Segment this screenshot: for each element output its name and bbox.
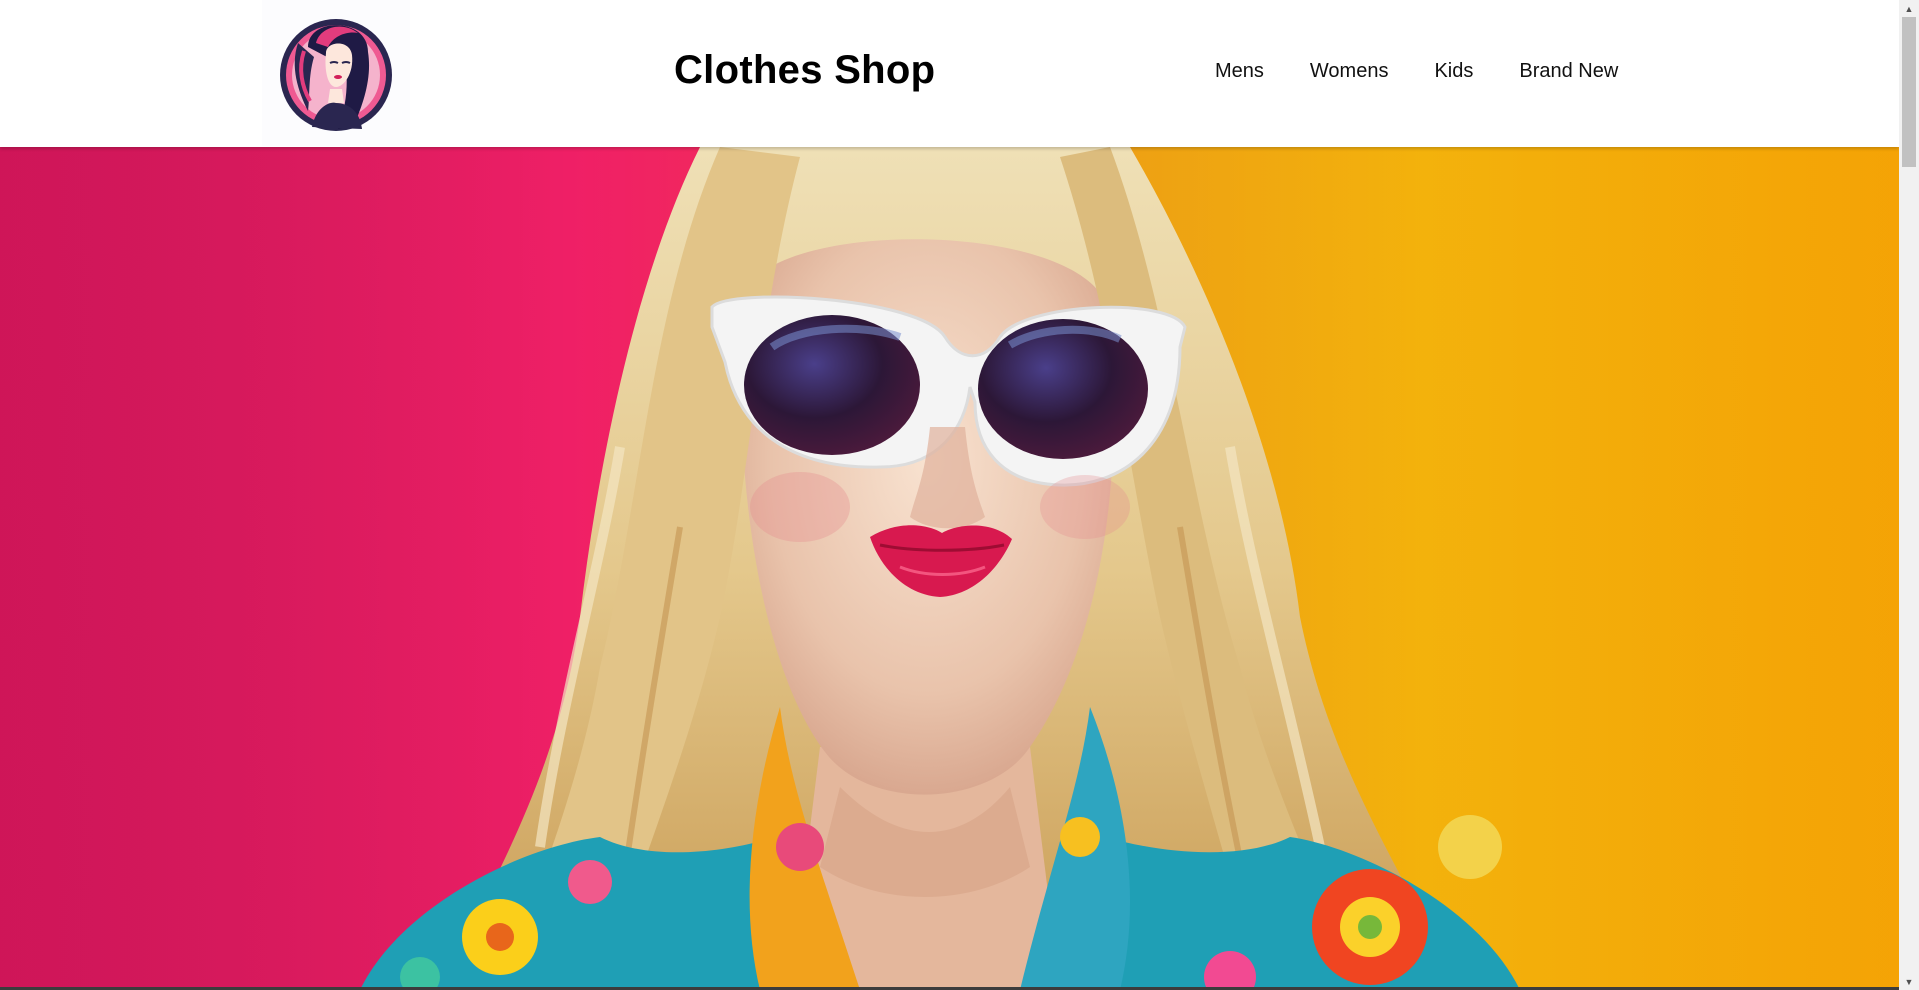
scrollbar-thumb[interactable] <box>1902 17 1916 167</box>
site-header: Clothes Shop Mens Womens Kids Brand New <box>0 0 1899 147</box>
hero-model-sunglasses-image <box>0 147 1899 990</box>
woman-portrait-logo-icon <box>280 19 392 131</box>
vertical-scrollbar[interactable]: ▲ ▼ <box>1899 0 1919 990</box>
nav-link-womens[interactable]: Womens <box>1310 60 1389 83</box>
logo-link[interactable] <box>262 0 410 146</box>
nav-link-brand-new[interactable]: Brand New <box>1519 60 1618 83</box>
nav-link-mens[interactable]: Mens <box>1215 60 1264 83</box>
scroll-up-arrow-icon[interactable]: ▲ <box>1899 0 1919 17</box>
hero-banner <box>0 147 1899 990</box>
main-nav: Mens Womens Kids Brand New <box>1215 60 1618 83</box>
site-title: Clothes Shop <box>674 48 936 92</box>
nav-link-kids[interactable]: Kids <box>1434 60 1473 83</box>
page: Clothes Shop Mens Womens Kids Brand New <box>0 0 1899 990</box>
scroll-down-arrow-icon[interactable]: ▼ <box>1899 973 1919 990</box>
